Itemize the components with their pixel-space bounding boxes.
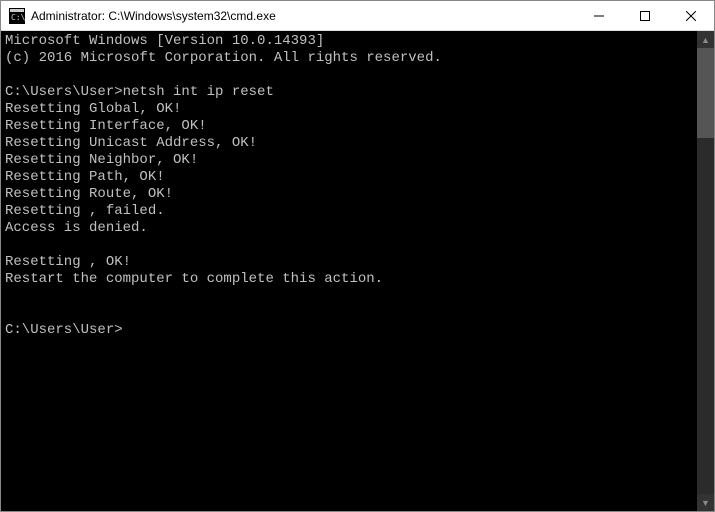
- output-line: Resetting Path, OK!: [5, 169, 693, 186]
- output-line: (c) 2016 Microsoft Corporation. All righ…: [5, 50, 693, 67]
- output-line: Resetting , failed.: [5, 203, 693, 220]
- svg-text:C:\: C:\: [11, 13, 25, 22]
- chevron-down-icon: ▼: [701, 498, 710, 508]
- output-line: Resetting Route, OK!: [5, 186, 693, 203]
- maximize-icon: [640, 11, 650, 21]
- output-line: Resetting Global, OK!: [5, 101, 693, 118]
- prompt-line: C:\Users\User>: [5, 322, 693, 339]
- output-line: Resetting Interface, OK!: [5, 118, 693, 135]
- output-line: [5, 288, 693, 305]
- chevron-up-icon: ▲: [701, 35, 710, 45]
- output-line: Resetting , OK!: [5, 254, 693, 271]
- output-line: [5, 305, 693, 322]
- output-line: Microsoft Windows [Version 10.0.14393]: [5, 33, 693, 50]
- scroll-thumb[interactable]: [697, 48, 714, 138]
- prompt-text: C:\Users\User>: [5, 322, 123, 338]
- output-line: Restart the computer to complete this ac…: [5, 271, 693, 288]
- output-line: [5, 237, 693, 254]
- terminal-output[interactable]: Microsoft Windows [Version 10.0.14393](c…: [1, 31, 697, 511]
- cmd-icon: C:\: [9, 8, 25, 24]
- window-title: Administrator: C:\Windows\system32\cmd.e…: [31, 9, 576, 23]
- close-button[interactable]: [668, 1, 714, 30]
- output-line: Resetting Neighbor, OK!: [5, 152, 693, 169]
- terminal-area: Microsoft Windows [Version 10.0.14393](c…: [1, 31, 714, 511]
- prompt-line: C:\Users\User>netsh int ip reset: [5, 84, 693, 101]
- scrollbar[interactable]: ▲ ▼: [697, 31, 714, 511]
- titlebar[interactable]: C:\ Administrator: C:\Windows\system32\c…: [1, 1, 714, 31]
- output-line: Access is denied.: [5, 220, 693, 237]
- minimize-button[interactable]: [576, 1, 622, 30]
- close-icon: [686, 11, 696, 21]
- minimize-icon: [594, 11, 604, 21]
- maximize-button[interactable]: [622, 1, 668, 30]
- scroll-down-button[interactable]: ▼: [697, 494, 714, 511]
- scroll-up-button[interactable]: ▲: [697, 31, 714, 48]
- output-line: Resetting Unicast Address, OK!: [5, 135, 693, 152]
- window-controls: [576, 1, 714, 30]
- output-line: [5, 67, 693, 84]
